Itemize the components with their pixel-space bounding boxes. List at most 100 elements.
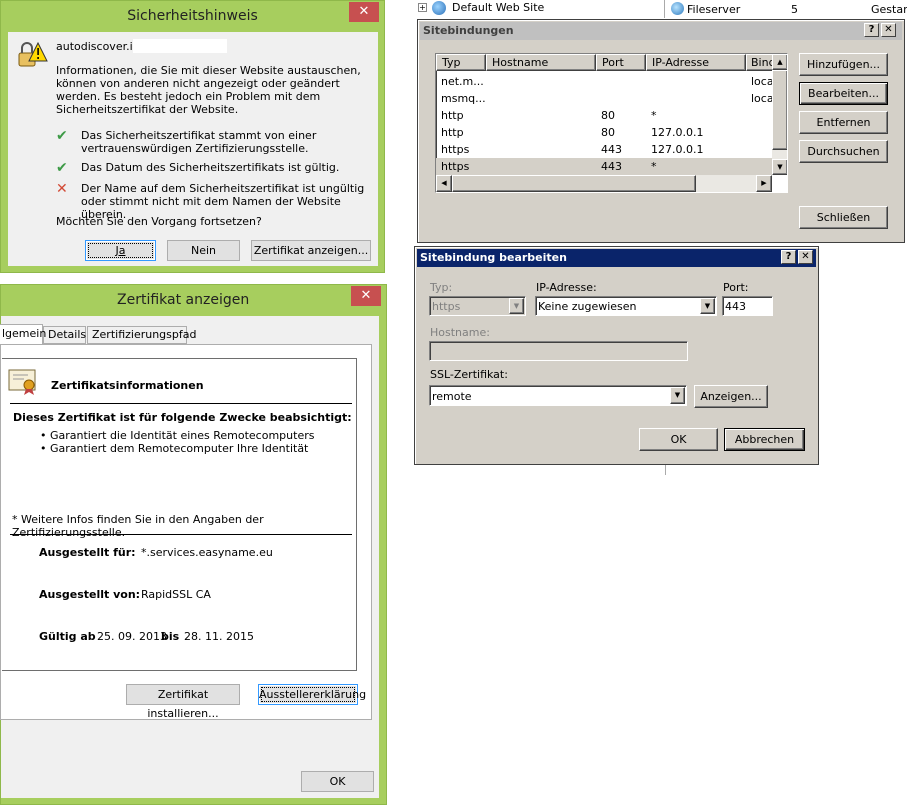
table-row[interactable]: http 80 127.0.0.1 <box>436 124 772 141</box>
scroll-left-icon[interactable]: ◀ <box>436 175 452 192</box>
server-icon <box>671 2 684 15</box>
divider <box>664 0 665 18</box>
cell-bind: loca <box>751 75 772 88</box>
scroll-h-thumb[interactable] <box>452 175 696 192</box>
check-icon: ✔ <box>56 128 68 144</box>
port-field[interactable]: 443 <box>722 296 773 316</box>
edit-button[interactable]: Bearbeiten... <box>799 82 888 105</box>
certificate-box: Zertifikatsinformationen Dieses Zertifik… <box>2 358 357 671</box>
security-alert-title: Sicherheitshinweis <box>127 8 258 24</box>
table-row[interactable]: https 443 * <box>436 158 772 175</box>
certificate-title: Zertifikat anzeigen <box>117 292 250 308</box>
purpose-item: • Garantiert die Identität eines Remotec… <box>40 429 315 442</box>
vertical-scrollbar[interactable]: ▲ ▼ <box>772 54 787 175</box>
type-select: https ▼ <box>429 296 526 316</box>
cell-type: http <box>441 109 464 122</box>
show-certificate-button[interactable]: Zertifikat anzeigen... <box>251 240 371 261</box>
ip-value: Keine zugewiesen <box>538 300 637 313</box>
scroll-up-icon[interactable]: ▲ <box>772 54 787 70</box>
show-certificate-button[interactable]: Anzeigen... <box>694 385 768 408</box>
table-row[interactable]: net.m... loca <box>436 73 772 90</box>
close-button[interactable]: ✕ <box>881 23 896 37</box>
hostname-label: Hostname: <box>430 326 490 339</box>
list-header: Typ Hostname Port IP-Adresse Bind <box>436 54 776 71</box>
cell-ip: 127.0.0.1 <box>651 126 704 139</box>
question-text: Möchten Sie den Vorgang fortsetzen? <box>56 215 262 228</box>
chevron-down-icon[interactable]: ▼ <box>670 387 685 404</box>
yes-button-label: Ja <box>115 244 126 257</box>
issued-to-label: Ausgestellt für: <box>39 546 136 559</box>
table-row[interactable]: http 80 * <box>436 107 772 124</box>
server-count: 5 <box>791 3 798 16</box>
column-ip[interactable]: IP-Adresse <box>646 54 746 71</box>
column-type[interactable]: Typ <box>436 54 486 71</box>
cell-ip: * <box>651 109 657 122</box>
intro-text: Informationen, die Sie mit dieser Websit… <box>56 64 361 116</box>
close-button[interactable]: ✕ <box>351 286 381 306</box>
cancel-button[interactable]: Abbrechen <box>724 428 805 451</box>
close-button[interactable]: ✕ <box>349 2 379 22</box>
table-row[interactable]: https 443 127.0.0.1 <box>436 141 772 158</box>
close-dialog-button[interactable]: Schließen <box>799 206 888 229</box>
security-alert-dialog: Sicherheitshinweis ✕ autodiscover.i Info… <box>0 0 385 273</box>
edit-binding-title: Sitebindung bearbeiten <box>417 249 816 267</box>
ok-button[interactable]: OK <box>301 771 374 792</box>
close-button[interactable]: ✕ <box>798 250 813 264</box>
scroll-thumb[interactable] <box>772 70 787 150</box>
cell-ip: * <box>651 160 657 173</box>
tab-details[interactable]: Details <box>43 326 86 344</box>
ip-label: IP-Adresse: <box>536 281 597 294</box>
background-tree: + Default Web Site Fileserver 5 Gestart <box>415 0 907 18</box>
column-port[interactable]: Port <box>596 54 646 71</box>
edit-binding-dialog: Sitebindung bearbeiten ? ✕ Typ: https ▼ … <box>414 246 819 465</box>
tab-certification-path[interactable]: Zertifizierungspfad <box>87 326 196 344</box>
purpose-heading: Dieses Zertifikat ist für folgende Zweck… <box>13 411 352 424</box>
note-rule <box>10 534 352 535</box>
yes-button[interactable]: Ja <box>85 240 156 261</box>
valid-to-value: 28. 11. 2015 <box>184 630 254 643</box>
tree-item-default-web-site[interactable]: Default Web Site <box>452 1 544 14</box>
valid-from-label: Gültig ab <box>39 630 96 643</box>
scroll-right-icon[interactable]: ▶ <box>756 175 772 192</box>
issued-by-value: RapidSSL CA <box>141 588 211 601</box>
no-button[interactable]: Nein <box>167 240 240 261</box>
error-icon: ✕ <box>56 181 68 197</box>
table-row[interactable]: msmq... loca <box>436 90 772 107</box>
site-bindings-title: Sitebindungen <box>420 22 902 40</box>
chevron-down-icon[interactable]: ▼ <box>700 298 715 314</box>
browse-button[interactable]: Durchsuchen <box>799 140 888 163</box>
column-hostname[interactable]: Hostname <box>486 54 596 71</box>
globe-icon <box>432 1 446 15</box>
issuer-statement-button[interactable]: Ausstellererklärung <box>258 684 366 705</box>
install-certificate-button[interactable]: Zertifikat installieren... <box>126 684 240 720</box>
cell-type: https <box>441 143 470 156</box>
ssl-label: SSL-Zertifikat: <box>430 368 508 381</box>
remove-button[interactable]: Entfernen <box>799 111 888 134</box>
issued-by-label: Ausgestellt von: <box>39 588 141 601</box>
expand-icon[interactable]: + <box>418 3 427 12</box>
horizontal-scrollbar[interactable]: ◀ ▶ <box>436 175 772 192</box>
cell-port: 80 <box>601 109 615 122</box>
tab-general[interactable]: lgemein <box>0 324 46 344</box>
certificate-body: lgemein Details Zertifizierungspfad Zert… <box>0 316 379 798</box>
scroll-down-icon[interactable]: ▼ <box>772 159 787 175</box>
add-button[interactable]: Hinzufügen... <box>799 53 888 76</box>
bindings-list[interactable]: Typ Hostname Port IP-Adresse Bind net.m.… <box>435 53 788 193</box>
help-button[interactable]: ? <box>864 23 879 37</box>
chevron-down-icon: ▼ <box>509 298 524 314</box>
more-info-note: * Weitere Infos finden Sie in den Angabe… <box>12 513 264 539</box>
server-name[interactable]: Fileserver <box>687 3 740 16</box>
type-value: https <box>432 300 461 313</box>
port-value: 443 <box>725 300 746 313</box>
ip-select[interactable]: Keine zugewiesen ▼ <box>535 296 717 316</box>
certificate-icon <box>8 368 38 396</box>
check-icon: ✔ <box>56 160 68 176</box>
check-item: Das Sicherheitszertifikat stammt von ein… <box>81 129 317 155</box>
ok-button[interactable]: OK <box>639 428 718 451</box>
cell-port: 80 <box>601 126 615 139</box>
cell-port: 443 <box>601 160 622 173</box>
help-button[interactable]: ? <box>781 250 796 264</box>
port-label: Port: <box>723 281 749 294</box>
ssl-select[interactable]: remote ▼ <box>429 385 687 406</box>
hostname-field <box>429 341 688 361</box>
